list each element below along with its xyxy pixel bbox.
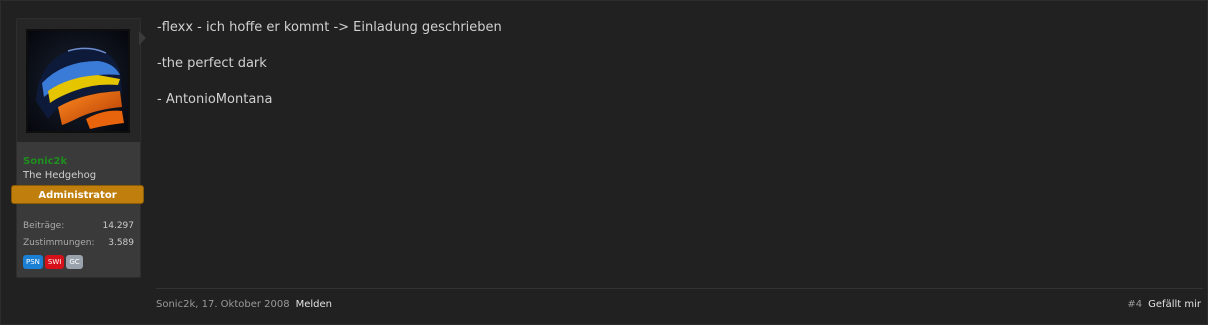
sidebar-arrow	[139, 31, 146, 45]
username-link[interactable]: Sonic2k	[23, 156, 67, 167]
gamecube-badge[interactable]: GC	[66, 255, 83, 269]
stat-label: Beiträge:	[23, 221, 65, 231]
report-link[interactable]: Melden	[296, 299, 332, 310]
post-footer-meta: Sonic2k, 17. Oktober 2008 Melden	[156, 299, 332, 310]
switch-badge[interactable]: SWI	[44, 255, 65, 269]
message-line: -the perfect dark	[157, 56, 267, 71]
post-author-date[interactable]: Sonic2k, 17. Oktober 2008	[156, 299, 290, 310]
footer-divider	[156, 288, 1203, 289]
racing-helmet-image	[28, 31, 128, 131]
avatar-container	[17, 19, 140, 142]
gaming-badges: PSN SWI GC	[23, 255, 85, 274]
stat-value[interactable]: 14.297	[103, 221, 135, 231]
like-button[interactable]: Gefällt mir	[1148, 299, 1201, 310]
stat-label: Zustimmungen:	[23, 238, 95, 248]
psn-badge[interactable]: PSN	[23, 255, 43, 269]
message-line: - AntonioMontana	[157, 92, 273, 107]
post-number[interactable]: #4	[1127, 299, 1142, 310]
stat-posts: Beiträge: 14.297	[23, 221, 134, 231]
user-title: The Hedgehog	[23, 170, 97, 181]
stat-value[interactable]: 3.589	[108, 238, 134, 248]
post-footer-actions: #4 Gefällt mir	[1127, 299, 1201, 310]
stat-reactions: Zustimmungen: 3.589	[23, 238, 134, 248]
message-post: Sonic2k The Hedgehog Beiträge: 14.297 Zu…	[0, 0, 1208, 325]
user-banner: Administrator	[11, 185, 144, 204]
avatar[interactable]	[26, 29, 130, 133]
message-line: -flexx - ich hoffe er kommt -> Einladung…	[157, 20, 502, 35]
user-info-sidebar: Sonic2k The Hedgehog Beiträge: 14.297 Zu…	[16, 18, 141, 278]
